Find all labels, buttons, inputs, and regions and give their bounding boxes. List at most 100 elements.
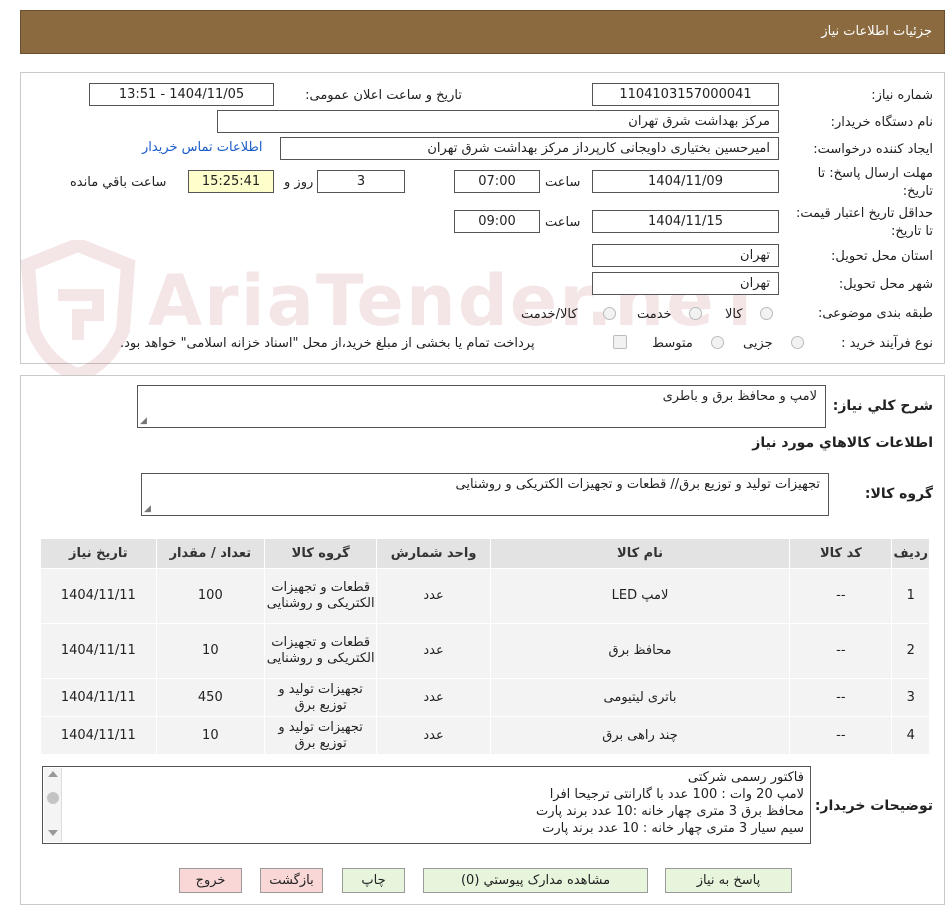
cell-row: 1 xyxy=(891,568,930,624)
page-header: جزئیات اطلاعات نیاز xyxy=(20,10,945,54)
cell-qty: 450 xyxy=(155,678,265,717)
cell-unit: عدد xyxy=(376,716,491,755)
cell-name: باتری لیتیومی xyxy=(489,678,791,717)
validity-date-field: 1404/11/15 xyxy=(592,210,779,233)
city-field: تهران xyxy=(592,272,779,295)
print-button[interactable]: چاپ xyxy=(342,868,405,893)
remaining-label: ساعت باقي مانده xyxy=(70,175,167,190)
scroll-thumb[interactable] xyxy=(47,792,59,804)
days-field: 3 xyxy=(317,170,405,193)
cell-code: -- xyxy=(789,623,893,679)
deadline-time-field: 07:00 xyxy=(454,170,540,193)
table-row: 1 -- لامپ LED عدد قطعات و تجهیزات الکتری… xyxy=(40,568,930,624)
buyer-field: مرکز بهداشت شرق تهران xyxy=(217,110,779,133)
notes-scrollbar[interactable] xyxy=(44,768,62,842)
cell-qty: 10 xyxy=(155,623,265,679)
cell-unit: عدد xyxy=(376,623,491,679)
col-qty-header: تعداد / مقدار xyxy=(155,538,265,569)
announce-field: 1404/11/05 - 13:51 xyxy=(89,83,274,106)
reply-button[interactable]: پاسخ به نیاز xyxy=(665,868,792,893)
cell-group: قطعات و تجهیزات الکتریکی و روشنایی xyxy=(263,568,378,624)
cell-group: قطعات و تجهیزات الکتریکی و روشنایی xyxy=(263,623,378,679)
attachments-button[interactable]: مشاهده مدارک پیوستي (0) xyxy=(423,868,648,893)
announce-label: تاریخ و ساعت اعلان عمومی: xyxy=(305,88,462,103)
cell-code: -- xyxy=(789,568,893,624)
cell-date: 1404/11/11 xyxy=(40,623,157,679)
remaining-time-field: 15:25:41 xyxy=(188,170,274,193)
category-goods-label: کالا xyxy=(725,307,743,322)
validity-label: حداقل تاریخ اعتبار قیمت: تا تاریخ: xyxy=(795,206,933,239)
cell-date: 1404/11/11 xyxy=(40,678,157,717)
category-service-label: خدمت xyxy=(637,307,672,322)
cell-row: 4 xyxy=(891,716,930,755)
treasury-checkbox[interactable] xyxy=(613,335,627,349)
validity-time-field: 09:00 xyxy=(454,210,540,233)
cell-unit: عدد xyxy=(376,568,491,624)
cell-unit: عدد xyxy=(376,678,491,717)
cell-code: -- xyxy=(789,716,893,755)
category-goods-radio[interactable] xyxy=(760,307,773,320)
buyer-contact-link[interactable]: اطلاعات تماس خریدار xyxy=(142,140,262,155)
cell-code: -- xyxy=(789,678,893,717)
col-date-header: تاریخ نیاز xyxy=(40,538,157,569)
deadline-time-label: ساعت xyxy=(545,175,581,190)
exit-button[interactable]: خروج xyxy=(179,868,242,893)
deadline-label: مهلت ارسال پاسخ: تا تاریخ: xyxy=(817,166,933,199)
cell-row: 2 xyxy=(891,623,930,679)
province-label: استان محل تحویل: xyxy=(831,249,933,264)
page-title: جزئیات اطلاعات نیاز xyxy=(821,24,932,39)
category-service-radio[interactable] xyxy=(689,307,702,320)
cell-group: تجهیزات تولید و توزیع برق xyxy=(263,716,378,755)
process-medium-radio[interactable] xyxy=(711,336,724,349)
col-name-header: نام کالا xyxy=(489,538,791,569)
buyer-notes-label: توضیحات خریدار: xyxy=(814,798,933,814)
city-label: شهر محل تحویل: xyxy=(838,277,933,292)
table-header-row: ردیف کد کالا نام کالا واحد شمارش گروه کا… xyxy=(40,538,930,569)
process-label: نوع فرآیند خرید : xyxy=(841,336,933,351)
col-group-header: گروه کالا xyxy=(263,538,378,569)
notes-line: محافظ برق 3 متری چهار خانه :10 عدد برند … xyxy=(536,804,804,819)
notes-line: لامپ 20 وات : 100 عدد با گارانتی ترجیحا … xyxy=(549,787,804,802)
cell-name: لامپ LED xyxy=(489,568,791,624)
notes-line: سیم سیار 3 متری چهار خانه : 10 عدد برند … xyxy=(542,821,804,836)
cell-row: 3 xyxy=(891,678,930,717)
resize-grip-icon[interactable]: ◢ xyxy=(140,416,147,426)
table-row: 4 -- چند راهی برق عدد تجهیزات تولید و تو… xyxy=(40,716,930,755)
payment-note: پرداخت تمام یا بخشی از مبلغ خرید،از محل … xyxy=(120,336,535,351)
creator-field: امیرحسین بختیاری داویجانی کارپرداز مرکز … xyxy=(280,137,779,160)
cell-group: تجهیزات تولید و توزیع برق xyxy=(263,678,378,717)
category-both-radio[interactable] xyxy=(603,307,616,320)
cell-name: چند راهی برق xyxy=(489,716,791,755)
items-table-wrapper: ردیف کد کالا نام کالا واحد شمارش گروه کا… xyxy=(40,538,930,755)
table-row: 3 -- باتری لیتیومی عدد تجهیزات تولید و ت… xyxy=(40,678,930,717)
cell-qty: 10 xyxy=(155,716,265,755)
goods-group-field: تجهیزات تولید و توزیع برق// قطعات و تجهی… xyxy=(141,473,829,516)
process-minor-radio[interactable] xyxy=(791,336,804,349)
province-field: تهران xyxy=(592,244,779,267)
col-code-header: کد کالا xyxy=(789,538,893,569)
general-desc-field: لامپ و محافظ برق و باطری ◢ xyxy=(137,385,826,428)
cell-qty: 100 xyxy=(155,568,265,624)
cell-date: 1404/11/11 xyxy=(40,568,157,624)
general-desc-label: شرح کلي نیاز: xyxy=(832,398,933,414)
col-row-header: ردیف xyxy=(891,538,930,569)
deadline-date-field: 1404/11/09 xyxy=(592,170,779,193)
buyer-notes-field[interactable]: فاکتور رسمی شرکتی لامپ 20 وات : 100 عدد … xyxy=(42,766,811,844)
creator-label: ایجاد کننده درخواست: xyxy=(813,142,933,157)
cell-date: 1404/11/11 xyxy=(40,716,157,755)
notes-line: فاکتور رسمی شرکتی xyxy=(687,770,804,785)
scroll-down-icon[interactable] xyxy=(48,830,58,836)
cell-name: محافظ برق xyxy=(489,623,791,679)
goods-group-label: گروه کالا: xyxy=(864,486,933,502)
buyer-label: نام دستگاه خریدار: xyxy=(830,115,933,130)
items-table: ردیف کد کالا نام کالا واحد شمارش گروه کا… xyxy=(40,538,930,755)
goods-group-text: تجهیزات تولید و توزیع برق// قطعات و تجهی… xyxy=(455,477,821,492)
process-minor-label: جزیی xyxy=(743,336,773,351)
general-desc-text: لامپ و محافظ برق و باطری xyxy=(662,389,817,404)
back-button[interactable]: بازگشت xyxy=(260,868,323,893)
process-medium-label: متوسط xyxy=(652,336,693,351)
scroll-up-icon[interactable] xyxy=(48,771,58,777)
need-number-label: شماره نیاز: xyxy=(871,88,933,103)
col-unit-header: واحد شمارش xyxy=(376,538,491,569)
resize-grip-icon[interactable]: ◢ xyxy=(144,504,151,514)
